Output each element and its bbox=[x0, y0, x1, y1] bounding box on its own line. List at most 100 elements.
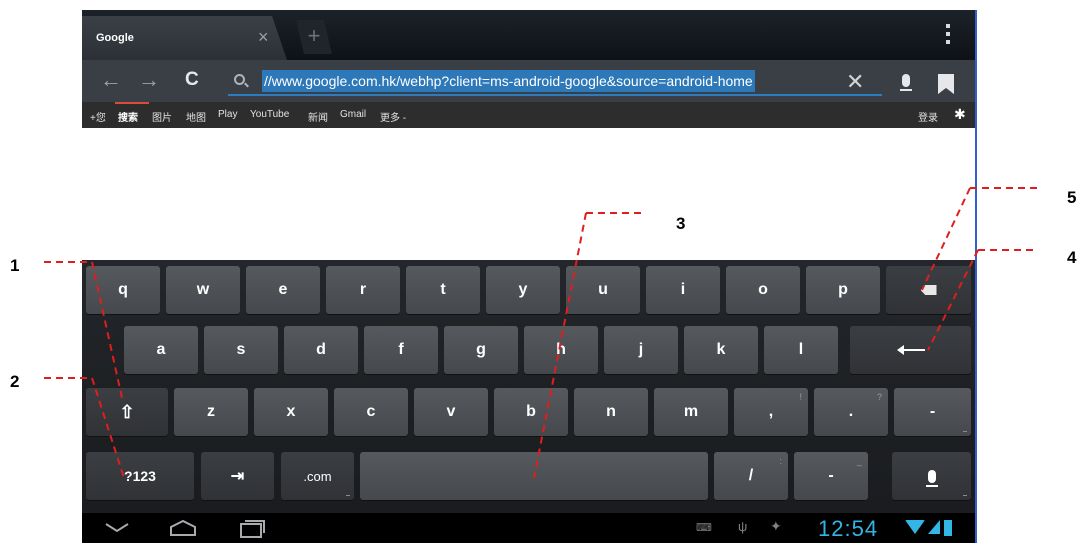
key-e[interactable]: e bbox=[246, 266, 320, 314]
menu-icon[interactable] bbox=[946, 24, 950, 44]
keyboard-icon: ⌨ bbox=[696, 522, 712, 534]
key-v[interactable]: v bbox=[414, 388, 488, 436]
soft-keyboard: q w e r t y u i o p a s d f g h j k l ⇧ … bbox=[82, 260, 977, 513]
system-bar: ⌨ ψ ✦ 12:54 bbox=[82, 513, 977, 543]
voice-input-key[interactable] bbox=[892, 452, 971, 500]
dotcom-label: .com bbox=[303, 468, 332, 484]
gbar-item-youtube[interactable]: YouTube bbox=[250, 109, 289, 120]
dash-label: - bbox=[929, 403, 936, 420]
comma-label: , bbox=[768, 403, 774, 420]
key-s[interactable]: s bbox=[204, 326, 278, 374]
key-u[interactable]: u bbox=[566, 266, 640, 314]
key-t[interactable]: t bbox=[406, 266, 480, 314]
key-p[interactable]: p bbox=[806, 266, 880, 314]
key-a[interactable]: a bbox=[124, 326, 198, 374]
tab-icon: ⇥ bbox=[230, 468, 245, 485]
slash-hint: : bbox=[779, 456, 782, 466]
key-b[interactable]: b bbox=[494, 388, 568, 436]
mic-icon bbox=[925, 469, 938, 487]
key-l[interactable]: l bbox=[764, 326, 838, 374]
dotcom-key[interactable]: .com bbox=[281, 452, 354, 500]
key-corner-mark bbox=[963, 495, 967, 496]
shift-key[interactable]: ⇧ bbox=[86, 388, 168, 436]
key-corner-mark bbox=[963, 431, 967, 432]
gbar-item-more[interactable]: 更多 - bbox=[380, 109, 406, 124]
key-h[interactable]: h bbox=[524, 326, 598, 374]
gbar-item-maps[interactable]: 地图 bbox=[186, 109, 206, 124]
callout-1: 1 bbox=[10, 256, 20, 275]
key-r[interactable]: r bbox=[326, 266, 400, 314]
login-link[interactable]: 登录 bbox=[918, 109, 938, 124]
tab-bar: Google × + bbox=[82, 10, 977, 60]
home-icon[interactable] bbox=[168, 518, 198, 538]
clear-url-button[interactable]: ✕ bbox=[846, 71, 864, 93]
symbols-key[interactable]: ?123 bbox=[86, 452, 194, 500]
recent-apps-icon[interactable] bbox=[238, 517, 266, 539]
key-i[interactable]: i bbox=[646, 266, 720, 314]
signal-icon bbox=[928, 520, 940, 534]
reload-button[interactable]: C bbox=[185, 68, 199, 92]
search-icon bbox=[234, 74, 245, 85]
tab-title: Google bbox=[96, 32, 134, 44]
backspace-key[interactable] bbox=[886, 266, 971, 314]
comma-hint: ! bbox=[799, 392, 802, 402]
key-c[interactable]: c bbox=[334, 388, 408, 436]
clock: 12:54 bbox=[818, 516, 879, 541]
google-nav-bar: +您 搜索 图片 地图 Play YouTube 新闻 Gmail 更多 - 登… bbox=[82, 102, 977, 128]
key-q[interactable]: q bbox=[86, 266, 160, 314]
key-k[interactable]: k bbox=[684, 326, 758, 374]
key-comma[interactable]: , ! bbox=[734, 388, 808, 436]
key-f[interactable]: f bbox=[364, 326, 438, 374]
key-z[interactable]: z bbox=[174, 388, 248, 436]
spacebar[interactable] bbox=[360, 452, 708, 500]
bookmark-icon[interactable] bbox=[938, 74, 954, 94]
key-x[interactable]: x bbox=[254, 388, 328, 436]
usb-icon: ψ bbox=[738, 519, 748, 534]
tab-key[interactable]: ⇥ bbox=[201, 452, 274, 500]
key-g[interactable]: g bbox=[444, 326, 518, 374]
key-n[interactable]: n bbox=[574, 388, 648, 436]
key-m[interactable]: m bbox=[654, 388, 728, 436]
slash-label: / bbox=[748, 467, 754, 484]
gbar-item-news[interactable]: 新闻 bbox=[308, 109, 328, 124]
page-content bbox=[82, 128, 975, 260]
gbar-item-gmail[interactable]: Gmail bbox=[340, 109, 366, 120]
new-tab-button[interactable]: + bbox=[296, 20, 332, 54]
gbar-item-search[interactable]: 搜索 bbox=[118, 109, 138, 124]
period-hint: ? bbox=[876, 392, 882, 402]
key-j[interactable]: j bbox=[604, 326, 678, 374]
gbar-item-plus-you[interactable]: +您 bbox=[90, 109, 106, 124]
callout-4: 4 bbox=[1067, 248, 1077, 267]
key-d[interactable]: d bbox=[284, 326, 358, 374]
key-corner-mark bbox=[346, 495, 350, 496]
back-nav-icon[interactable] bbox=[104, 522, 130, 534]
key-dash[interactable]: - bbox=[894, 388, 971, 436]
forward-button[interactable]: → bbox=[138, 68, 160, 92]
key-dash-2[interactable]: - _ bbox=[794, 452, 868, 500]
enter-key[interactable] bbox=[850, 326, 971, 374]
gbar-item-play[interactable]: Play bbox=[218, 109, 237, 120]
backspace-icon bbox=[920, 285, 937, 295]
url-text[interactable]: //www.google.com.hk/webhp?client=ms-andr… bbox=[262, 70, 755, 92]
gear-icon[interactable]: ✱ bbox=[954, 107, 966, 121]
android-debug-icon: ✦ bbox=[770, 518, 782, 534]
key-slash[interactable]: / : bbox=[714, 452, 788, 500]
callout-2: 2 bbox=[10, 372, 20, 391]
key-w[interactable]: w bbox=[166, 266, 240, 314]
enter-icon bbox=[896, 344, 925, 356]
gbar-item-images[interactable]: 图片 bbox=[152, 109, 172, 124]
key-o[interactable]: o bbox=[726, 266, 800, 314]
back-button[interactable]: ← bbox=[100, 68, 122, 92]
dash2-label: - bbox=[828, 467, 834, 484]
battery-icon bbox=[944, 518, 952, 536]
key-y[interactable]: y bbox=[486, 266, 560, 314]
tablet-screen: Google × + ← → C //www.google.com.hk/web… bbox=[82, 10, 977, 543]
address-bar: ← → C //www.google.com.hk/webhp?client=m… bbox=[82, 60, 977, 102]
mic-icon[interactable] bbox=[900, 74, 912, 91]
tab-close-icon[interactable]: × bbox=[258, 28, 269, 46]
browser-tab[interactable]: Google × bbox=[82, 16, 287, 60]
dash2-hint: _ bbox=[856, 456, 862, 466]
key-period[interactable]: . ? bbox=[814, 388, 888, 436]
wifi-icon bbox=[905, 520, 925, 534]
period-label: . bbox=[848, 403, 854, 420]
